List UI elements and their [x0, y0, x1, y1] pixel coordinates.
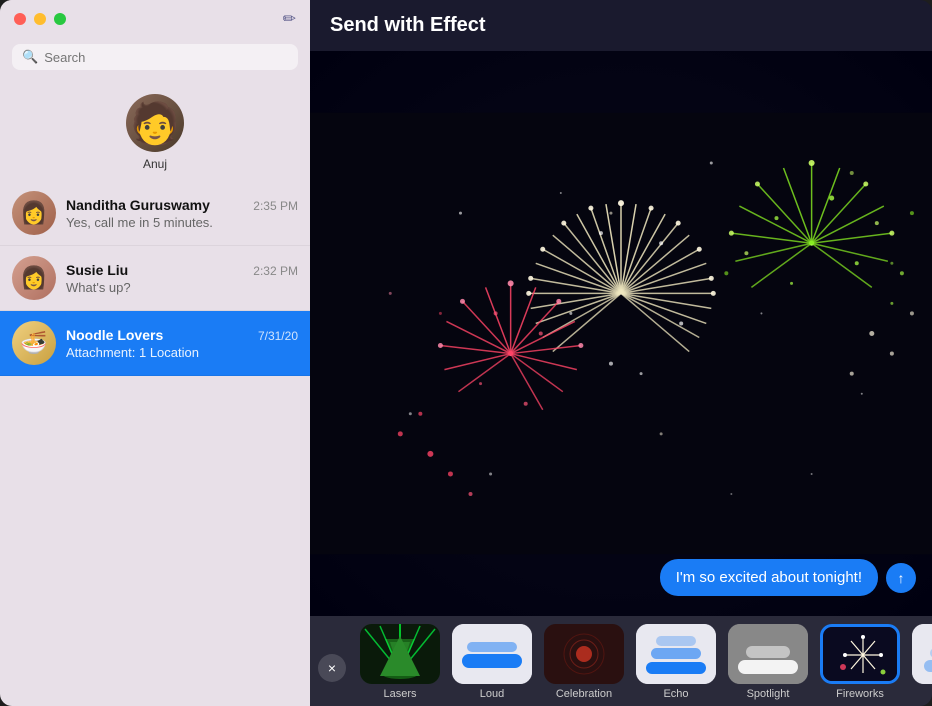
effect-item-gentle[interactable]: Gentle — [906, 624, 932, 700]
effect-thumb-spotlight — [728, 624, 808, 684]
effect-label-spotlight: Spotlight — [747, 688, 790, 700]
conversation-time: 2:35 PM — [253, 199, 298, 213]
conversation-item[interactable]: 👩 Nanditha Guruswamy 2:35 PM Yes, call m… — [0, 181, 310, 246]
contact-list: 🧑 Anuj 👩 Nanditha Guruswamy 2:35 PM Yes,… — [0, 80, 310, 706]
effect-thumb-lasers — [360, 624, 440, 684]
send-button[interactable]: ↑ — [886, 563, 916, 593]
avatar: 🍜 — [12, 321, 56, 365]
conversation-preview: What's up? — [66, 280, 298, 295]
effect-label-fireworks: Fireworks — [836, 688, 884, 700]
pinned-contact-name: Anuj — [143, 157, 167, 171]
conversation-body: Susie Liu 2:32 PM What's up? — [66, 262, 298, 295]
effect-thumb-loud — [452, 624, 532, 684]
conversation-name: Nanditha Guruswamy — [66, 197, 210, 213]
effect-item-fireworks[interactable]: Fireworks — [814, 624, 906, 700]
conversation-time: 2:32 PM — [253, 264, 298, 278]
fireworks-svg — [310, 51, 932, 616]
avatar: 👩 — [12, 256, 56, 300]
effect-label-echo: Echo — [663, 688, 688, 700]
conversation-body: Noodle Lovers 7/31/20 Attachment: 1 Loca… — [66, 327, 298, 360]
effects-strip: × Lasers — [310, 616, 932, 706]
conversation-time: 7/31/20 — [258, 329, 298, 343]
conversation-item-active[interactable]: 🍜 Noodle Lovers 7/31/20 Attachment: 1 Lo… — [0, 311, 310, 376]
message-bubble: I'm so excited about tonight! — [660, 559, 878, 596]
effect-item-echo[interactable]: Echo — [630, 624, 722, 700]
search-input[interactable] — [44, 50, 288, 65]
conversation-name: Susie Liu — [66, 262, 128, 278]
maximize-button[interactable] — [54, 13, 66, 25]
effect-item-lasers[interactable]: Lasers — [354, 624, 446, 700]
compose-button[interactable]: ✏ — [283, 9, 296, 29]
effect-item-loud[interactable]: Loud — [446, 624, 538, 700]
avatar: 👩 — [12, 191, 56, 235]
page-title: Send with Effect — [310, 0, 932, 51]
close-effects-button[interactable]: × — [318, 654, 346, 682]
effect-thumb-echo — [636, 624, 716, 684]
search-bar: 🔍 — [12, 44, 298, 70]
conversation-name: Noodle Lovers — [66, 327, 163, 343]
pinned-avatar-emoji: 🧑 — [130, 100, 180, 147]
effect-item-celebration[interactable]: Celebration — [538, 624, 630, 700]
pinned-contact[interactable]: 🧑 Anuj — [0, 80, 310, 181]
effect-label-loud: Loud — [480, 688, 504, 700]
effect-thumb-fireworks — [820, 624, 900, 684]
pinned-avatar: 🧑 — [126, 94, 184, 152]
effect-item-spotlight[interactable]: Spotlight — [722, 624, 814, 700]
fireworks-area: I'm so excited about tonight! ↑ — [310, 51, 932, 616]
conversation-preview: Attachment: 1 Location — [66, 345, 298, 360]
conversation-body: Nanditha Guruswamy 2:35 PM Yes, call me … — [66, 197, 298, 230]
close-button[interactable] — [14, 13, 26, 25]
conversation-item[interactable]: 👩 Susie Liu 2:32 PM What's up? — [0, 246, 310, 311]
main-panel: Send with Effect — [310, 0, 932, 706]
sidebar: ✏ 🔍 🧑 Anuj 👩 Nanditha Guruswamy 2:35 PM — [0, 0, 310, 706]
effect-thumb-gentle — [912, 624, 932, 684]
effect-label-lasers: Lasers — [383, 688, 416, 700]
effect-thumb-celebration — [544, 624, 624, 684]
titlebar: ✏ — [0, 0, 310, 38]
effect-label-celebration: Celebration — [556, 688, 612, 700]
message-bubble-area: I'm so excited about tonight! ↑ — [660, 559, 916, 596]
minimize-button[interactable] — [34, 13, 46, 25]
search-icon: 🔍 — [22, 49, 38, 65]
conversation-preview: Yes, call me in 5 minutes. — [66, 215, 298, 230]
